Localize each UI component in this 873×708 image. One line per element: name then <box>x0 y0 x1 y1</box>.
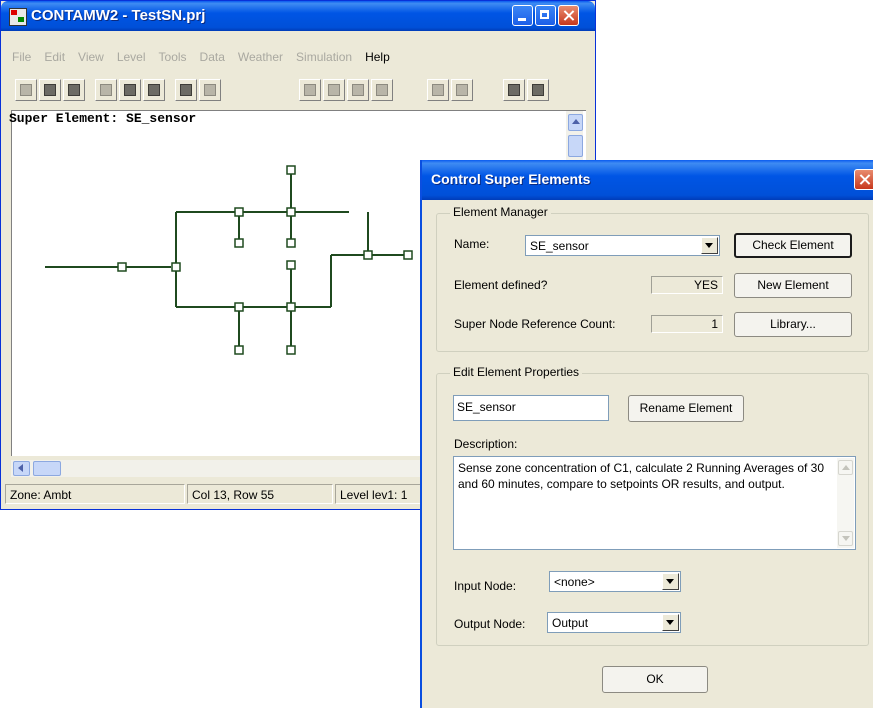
menu-data[interactable]: Data <box>200 50 225 64</box>
rename-element-button[interactable]: Rename Element <box>628 395 744 422</box>
rectangle-icon[interactable] <box>323 79 345 101</box>
chevron-down-icon[interactable] <box>662 614 679 631</box>
contam-app-icon[interactable] <box>9 8 27 26</box>
open-icon[interactable] <box>39 79 61 101</box>
element-manager-label: Element Manager <box>450 205 551 219</box>
output-node-label: Output Node: <box>454 617 526 631</box>
reference-count-label: Super Node Reference Count: <box>454 317 616 331</box>
menu-simulation[interactable]: Simulation <box>296 50 352 64</box>
new-element-button[interactable]: New Element <box>734 273 852 298</box>
description-text: Sense zone concentration of C1, calculat… <box>458 461 825 491</box>
copy-icon[interactable] <box>119 79 141 101</box>
scroll-up-icon[interactable] <box>568 114 583 131</box>
horizontal-scrollbar[interactable] <box>11 460 420 477</box>
chevron-down-icon[interactable] <box>662 573 679 590</box>
network-node <box>234 345 244 355</box>
dialog-close-icon[interactable] <box>854 169 873 190</box>
element-name-input[interactable]: SE_sensor <box>453 395 609 421</box>
diagonal-icon[interactable] <box>347 79 369 101</box>
menu-level[interactable]: Level <box>117 50 146 64</box>
arrow-icon[interactable] <box>371 79 393 101</box>
input-node-label: Input Node: <box>454 579 517 593</box>
name-label: Name: <box>454 237 490 251</box>
menu-edit[interactable]: Edit <box>44 50 65 64</box>
menu-view[interactable]: View <box>78 50 104 64</box>
status-level: Level lev1: 1 <box>335 484 421 504</box>
super-node-icon[interactable] <box>503 79 525 101</box>
dialog-title: Control Super Elements <box>431 171 591 187</box>
element-defined-value: YES <box>651 276 723 294</box>
maximize-icon[interactable] <box>535 5 556 26</box>
title-bar[interactable]: CONTAMW2 - TestSN.prj <box>1 1 595 31</box>
level-down-icon[interactable] <box>451 79 473 101</box>
network-node <box>171 262 181 272</box>
replace-icon[interactable] <box>199 79 221 101</box>
output-node <box>403 250 413 260</box>
new-icon[interactable] <box>15 79 37 101</box>
network-node <box>363 250 373 260</box>
status-position: Col 13, Row 55 <box>187 484 333 504</box>
super-node-ref-icon[interactable] <box>527 79 549 101</box>
description-textarea[interactable]: Sense zone concentration of C1, calculat… <box>453 456 856 550</box>
network-node <box>234 207 244 217</box>
network-node <box>286 345 296 355</box>
network-node <box>286 165 296 175</box>
level-up-icon[interactable] <box>427 79 449 101</box>
check-element-button[interactable]: Check Element <box>734 233 852 258</box>
output-node-value: Output <box>552 616 589 630</box>
menu-help[interactable]: Help <box>365 50 390 64</box>
input-node-value: <none> <box>554 575 595 589</box>
menu-file[interactable]: File <box>12 50 31 64</box>
network-node <box>286 207 296 217</box>
status-zone: Zone: Ambt <box>5 484 185 504</box>
control-super-elements-dialog: Control Super Elements Element Manager N… <box>420 160 873 708</box>
find-icon[interactable] <box>175 79 197 101</box>
network-node <box>117 262 127 272</box>
network-node <box>234 238 244 248</box>
scroll-up-icon[interactable] <box>838 460 853 475</box>
paste-icon[interactable] <box>143 79 165 101</box>
scroll-left-icon[interactable] <box>13 461 30 476</box>
library-button[interactable]: Library... <box>734 312 852 337</box>
output-node-combo[interactable]: Output <box>547 612 681 633</box>
reference-count-value: 1 <box>651 315 723 333</box>
input-node-combo[interactable]: <none> <box>549 571 681 592</box>
edit-properties-label: Edit Element Properties <box>450 365 583 379</box>
chevron-down-icon[interactable] <box>701 237 718 254</box>
network-node <box>286 238 296 248</box>
window-title: CONTAMW2 - TestSN.prj <box>31 7 206 24</box>
close-icon[interactable] <box>558 5 579 26</box>
element-name-value: SE_sensor <box>530 239 589 253</box>
minimize-icon[interactable] <box>512 5 533 26</box>
dialog-title-bar[interactable]: Control Super Elements <box>422 160 873 200</box>
vertical-scroll-thumb[interactable] <box>568 135 583 157</box>
network-node <box>234 302 244 312</box>
network-node <box>286 260 296 270</box>
scroll-down-icon[interactable] <box>838 531 853 546</box>
menu-bar: File Edit View Level Tools Data Weather … <box>5 47 591 67</box>
horizontal-scroll-thumb[interactable] <box>33 461 61 476</box>
control-network-diagram[interactable] <box>11 110 431 455</box>
element-defined-label: Element defined? <box>454 278 548 292</box>
menu-tools[interactable]: Tools <box>159 50 187 64</box>
line-icon[interactable] <box>299 79 321 101</box>
network-node <box>286 302 296 312</box>
ok-button[interactable]: OK <box>602 666 708 693</box>
description-label: Description: <box>454 437 518 451</box>
menu-weather[interactable]: Weather <box>238 50 283 64</box>
element-name-combo[interactable]: SE_sensor <box>525 235 720 256</box>
toolbar <box>15 79 575 103</box>
save-icon[interactable] <box>63 79 85 101</box>
cut-icon[interactable] <box>95 79 117 101</box>
